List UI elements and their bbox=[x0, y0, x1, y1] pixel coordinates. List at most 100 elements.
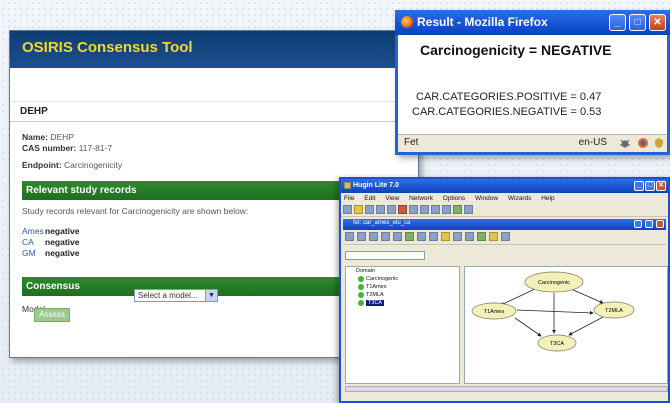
tree-icon[interactable] bbox=[381, 232, 390, 241]
node-status-icon bbox=[358, 300, 364, 306]
shield-icon[interactable] bbox=[653, 137, 665, 149]
tree-item-label: T2MLA bbox=[366, 292, 384, 298]
record-link-ca[interactable]: CA bbox=[22, 237, 45, 248]
node-status-icon bbox=[358, 292, 364, 298]
maximize-button[interactable] bbox=[645, 220, 653, 228]
network-window-title: fet: car_ames_elu_ca bbox=[343, 219, 666, 230]
menu-view[interactable]: View bbox=[385, 195, 399, 202]
node-carcinogenic[interactable]: Carcinogenic bbox=[524, 271, 584, 293]
tree-item-label: Carcinogenic bbox=[366, 276, 399, 282]
result-heading: Carcinogenicity = NEGATIVE bbox=[420, 42, 612, 58]
link-icon[interactable] bbox=[429, 232, 438, 241]
main-toolbar bbox=[341, 204, 668, 217]
close-button[interactable] bbox=[656, 220, 664, 228]
node-icon[interactable] bbox=[369, 232, 378, 241]
node-t1ames[interactable]: T1Ames bbox=[471, 302, 517, 320]
tree-item-label: T1Ames bbox=[366, 284, 387, 290]
assess-button[interactable]: Assess bbox=[34, 308, 70, 322]
hugin-icon bbox=[344, 182, 351, 189]
record-link-ames[interactable]: Ames bbox=[22, 226, 45, 237]
run-icon[interactable] bbox=[453, 205, 462, 214]
model-select[interactable]: Select a model... ▼ bbox=[134, 289, 218, 302]
save-icon[interactable] bbox=[365, 205, 374, 214]
cascade-icon[interactable] bbox=[431, 205, 440, 214]
pencil-icon[interactable] bbox=[477, 232, 486, 241]
pin-icon[interactable] bbox=[489, 232, 498, 241]
minimize-button[interactable]: _ bbox=[634, 181, 644, 191]
close-button[interactable]: ✕ bbox=[649, 14, 666, 31]
help-icon[interactable] bbox=[464, 205, 473, 214]
table-icon[interactable] bbox=[393, 232, 402, 241]
window-icon[interactable] bbox=[409, 205, 418, 214]
grid-icon[interactable] bbox=[442, 205, 451, 214]
tree-item-t1ames[interactable]: T1Ames bbox=[346, 283, 459, 291]
cas-label: CAS number: bbox=[22, 143, 77, 153]
decision-node-icon[interactable] bbox=[453, 232, 462, 241]
record-result: negative bbox=[45, 237, 80, 247]
tree-item-t2mla[interactable]: T2MLA bbox=[346, 291, 459, 299]
tile-icon[interactable] bbox=[420, 205, 429, 214]
edge-t1ames-t3ca bbox=[514, 317, 542, 337]
utility-node-icon[interactable] bbox=[465, 232, 474, 241]
hugin-window: Hugin Lite 7.0 _ □ ✕ File Edit View Netw… bbox=[339, 177, 670, 403]
status-text: Fet bbox=[404, 137, 419, 148]
model-select-value: Select a model... bbox=[138, 291, 198, 300]
close-button[interactable]: ✕ bbox=[656, 181, 666, 191]
firefox-icon bbox=[401, 16, 413, 28]
firefox-window: Result - Mozilla Firefox _ □ ✕ Carcinoge… bbox=[395, 10, 670, 155]
network-title: fet: car_ames_elu_ca bbox=[353, 220, 411, 226]
print-icon[interactable] bbox=[376, 205, 385, 214]
record-link-gm[interactable]: GM bbox=[22, 248, 45, 259]
tree-root[interactable]: Domain bbox=[346, 267, 459, 275]
delete-icon[interactable] bbox=[398, 205, 407, 214]
network-diagram: Carcinogenic T1Ames T2MLA T3CA bbox=[471, 271, 635, 352]
node-search-input[interactable] bbox=[345, 251, 425, 260]
menu-wizards[interactable]: Wizards bbox=[508, 195, 531, 202]
node-label: T3CA bbox=[550, 341, 564, 347]
node-tree: Domain Carcinogenic T1Ames T2MLA T3CA bbox=[345, 266, 460, 384]
open-icon[interactable] bbox=[354, 205, 363, 214]
edge-carcinogenic-t1ames bbox=[500, 287, 538, 306]
edit-icon[interactable] bbox=[357, 232, 366, 241]
menu-file[interactable]: File bbox=[344, 195, 354, 202]
node-t2mla[interactable]: T2MLA bbox=[593, 301, 635, 319]
result-negative: CAR.CATEGORIES.NEGATIVE = 0.53 bbox=[412, 106, 602, 118]
hugin-titlebar: Hugin Lite 7.0 _ □ ✕ bbox=[341, 179, 668, 193]
name-label: Name: bbox=[22, 132, 48, 142]
tree-root-label: Domain bbox=[356, 268, 375, 274]
bug-icon[interactable] bbox=[619, 137, 631, 149]
maximize-button[interactable]: □ bbox=[629, 14, 646, 31]
node-status-icon bbox=[358, 276, 364, 282]
chance-node-icon[interactable] bbox=[441, 232, 450, 241]
compile-icon[interactable] bbox=[345, 232, 354, 241]
menu-network[interactable]: Network bbox=[409, 195, 433, 202]
cut-icon[interactable] bbox=[387, 205, 396, 214]
minimize-button[interactable] bbox=[634, 220, 642, 228]
node-status-icon bbox=[358, 284, 364, 290]
tree-item-t3ca[interactable]: T3CA bbox=[346, 299, 459, 307]
name-row: Name: DEHP bbox=[22, 132, 410, 143]
propagate-icon[interactable] bbox=[405, 232, 414, 241]
hugin-title: Hugin Lite 7.0 bbox=[353, 182, 399, 189]
menu-options[interactable]: Options bbox=[443, 195, 465, 202]
node-t3ca[interactable]: T3CA bbox=[537, 334, 577, 352]
minimize-button[interactable]: _ bbox=[609, 14, 626, 31]
firefox-status-icon[interactable] bbox=[637, 137, 649, 149]
language-indicator: en-US bbox=[578, 137, 607, 148]
app-title: OSIRIS Consensus Tool bbox=[10, 31, 418, 68]
tree-item-carcinogenic[interactable]: Carcinogenic bbox=[346, 275, 459, 283]
maximize-button[interactable]: □ bbox=[645, 181, 655, 191]
edge-carcinogenic-t2mla bbox=[570, 288, 604, 304]
tree-item-label: T3CA bbox=[366, 300, 385, 306]
menu-help[interactable]: Help bbox=[541, 195, 554, 202]
new-icon[interactable] bbox=[343, 205, 352, 214]
zoom-icon[interactable] bbox=[501, 232, 510, 241]
firefox-title: Result - Mozilla Firefox bbox=[417, 15, 548, 29]
chevron-down-icon[interactable]: ▼ bbox=[205, 290, 217, 301]
cas-row: CAS number: 117-81-7 bbox=[22, 143, 410, 154]
arrow-icon[interactable] bbox=[417, 232, 426, 241]
menu-edit[interactable]: Edit bbox=[364, 195, 375, 202]
node-label: Carcinogenic bbox=[538, 280, 570, 286]
menu-window[interactable]: Window bbox=[475, 195, 498, 202]
horizontal-scrollbar[interactable] bbox=[345, 386, 668, 392]
